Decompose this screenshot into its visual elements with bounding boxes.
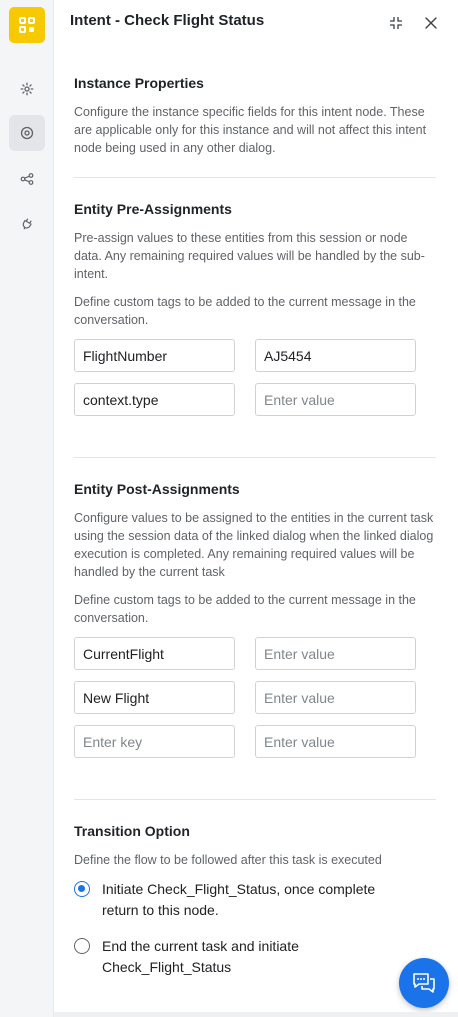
bottom-scrollbar xyxy=(54,1012,458,1017)
post-assignment-key-2[interactable] xyxy=(74,681,235,714)
instance-properties-description: Configure the instance specific fields f… xyxy=(74,105,427,155)
post-assignment-value-3[interactable] xyxy=(255,725,416,758)
page-title: Intent - Check Flight Status xyxy=(70,12,265,29)
divider xyxy=(74,457,436,458)
chat-button[interactable] xyxy=(399,958,449,1008)
pre-assignment-value-2[interactable] xyxy=(255,383,416,416)
sidebar-item-integrations[interactable] xyxy=(9,206,45,242)
post-assignment-key-3[interactable] xyxy=(74,725,235,758)
transition-option-end[interactable]: End the current task and initiate Check_… xyxy=(74,936,436,978)
collapse-icon[interactable] xyxy=(387,14,405,32)
post-assignment-value-2[interactable] xyxy=(255,681,416,714)
transition-option-label: Initiate Check_Flight_Status, once compl… xyxy=(102,881,376,918)
post-assignments-description: Configure values to be assigned to the e… xyxy=(74,511,434,579)
transition-option-description: Define the flow to be followed after thi… xyxy=(74,853,382,867)
target-icon xyxy=(20,126,34,140)
divider xyxy=(74,799,436,800)
pre-assignments-description: Pre-assign values to these entities from… xyxy=(74,231,425,281)
chat-icon xyxy=(413,973,435,993)
pre-assignments-title: Entity Pre-Assignments xyxy=(74,201,232,217)
instance-properties-title: Instance Properties xyxy=(74,75,204,91)
left-rail xyxy=(0,0,54,1017)
transition-option-label: End the current task and initiate Check_… xyxy=(102,938,299,975)
post-assignments-title: Entity Post-Assignments xyxy=(74,481,240,497)
transition-option-title: Transition Option xyxy=(74,823,190,839)
app-logo-icon xyxy=(19,17,35,33)
pre-assignment-key-2[interactable] xyxy=(74,383,235,416)
panel-header: Intent - Check Flight Status xyxy=(54,0,458,46)
pre-assignments-tags-description: Define custom tags to be added to the cu… xyxy=(74,295,416,327)
post-assignments-tags-description: Define custom tags to be added to the cu… xyxy=(74,593,416,625)
close-icon[interactable] xyxy=(422,14,440,32)
post-assignment-key-1[interactable] xyxy=(74,637,235,670)
sidebar-item-settings[interactable] xyxy=(9,71,45,107)
sidebar-item-connections[interactable] xyxy=(9,161,45,197)
share-icon xyxy=(20,173,34,185)
gear-icon xyxy=(20,82,34,96)
pre-assignment-key-1[interactable] xyxy=(74,339,235,372)
pre-assignment-value-1[interactable] xyxy=(255,339,416,372)
app-logo[interactable] xyxy=(9,7,45,43)
plug-icon xyxy=(22,218,32,230)
post-assignment-value-1[interactable] xyxy=(255,637,416,670)
radio-button[interactable] xyxy=(74,938,90,954)
radio-button-selected[interactable] xyxy=(74,881,90,897)
divider xyxy=(74,177,436,178)
sidebar-item-instance[interactable] xyxy=(9,115,45,151)
transition-option-return[interactable]: Initiate Check_Flight_Status, once compl… xyxy=(74,879,436,921)
